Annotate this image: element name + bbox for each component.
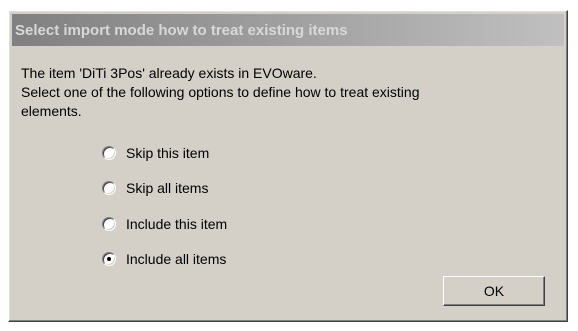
option-label[interactable]: Skip all items: [126, 180, 208, 196]
option-label[interactable]: Include this item: [126, 216, 227, 232]
radio-dot-icon: [107, 256, 111, 261]
import-mode-dialog: Select import mode how to treat existing…: [8, 10, 568, 322]
message-line-1: The item 'DiTi 3Pos' already exists in E…: [21, 65, 317, 81]
radio-button-icon[interactable]: [102, 251, 116, 266]
option-label[interactable]: Skip this item: [126, 145, 209, 161]
radio-button-icon[interactable]: [102, 181, 116, 196]
import-mode-radio-group: Skip this item Skip all items Include th…: [102, 143, 227, 284]
message-text: The item 'DiTi 3Pos' already exists in E…: [21, 64, 551, 121]
option-skip-all-items[interactable]: Skip all items: [102, 178, 227, 198]
radio-button-icon[interactable]: [102, 146, 116, 160]
option-include-this-item[interactable]: Include this item: [102, 214, 227, 234]
option-label[interactable]: Include all items: [126, 251, 226, 267]
option-include-all-items[interactable]: Include all items: [102, 249, 227, 269]
dialog-title: Select import mode how to treat existing…: [15, 21, 348, 39]
title-bar[interactable]: Select import mode how to treat existing…: [12, 14, 564, 46]
message-line-3: elements.: [21, 103, 82, 119]
option-skip-this-item[interactable]: Skip this item: [102, 143, 227, 163]
radio-button-icon[interactable]: [102, 216, 116, 231]
ok-button[interactable]: OK: [443, 276, 545, 306]
message-line-2: Select one of the following options to d…: [21, 84, 420, 100]
